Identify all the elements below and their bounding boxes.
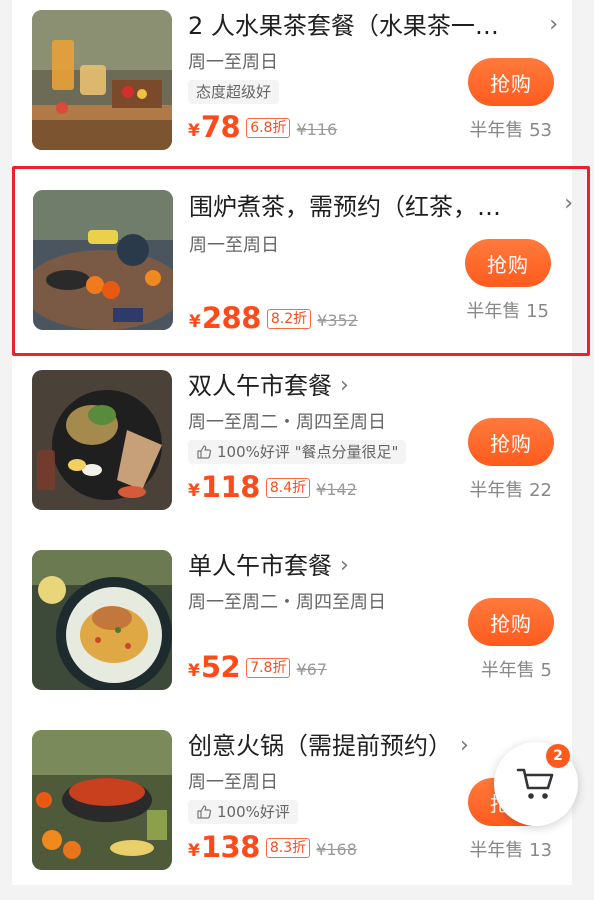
- item-price: 52: [200, 650, 241, 684]
- item-price: 78: [200, 110, 241, 144]
- item-price: 138: [200, 830, 261, 864]
- original-price: ¥168: [316, 840, 357, 859]
- original-price: ¥352: [317, 311, 358, 330]
- discount-badge: 7.8折: [246, 658, 291, 678]
- original-price: ¥116: [296, 120, 338, 139]
- buy-button[interactable]: 抢购: [468, 418, 554, 466]
- buy-button[interactable]: 抢购: [468, 58, 554, 106]
- chevron-right-icon: ›: [340, 373, 349, 398]
- sold-count: 半年售 13: [469, 840, 552, 861]
- price-row: ¥ 138 8.3折 ¥168: [188, 832, 357, 862]
- list-item-selected[interactable]: 围炉煮茶，需预约（红茶，… › 周一至周日 ¥ 288 8.2折 ¥352 抢购…: [12, 166, 590, 356]
- price-row: ¥ 118 8.4折 ¥142: [188, 472, 357, 502]
- item-title: 双人午市套餐: [188, 372, 332, 400]
- item-tag: 态度超级好: [188, 80, 280, 104]
- original-price: ¥67: [296, 660, 328, 679]
- item-image[interactable]: [33, 190, 173, 330]
- discount-badge: 8.2折: [266, 309, 312, 329]
- list-item[interactable]: 创意火锅（需提前预约） › 周一至周日 100%好评 ¥ 138 8.3折 ¥1…: [12, 720, 572, 900]
- item-image[interactable]: [32, 730, 172, 870]
- chevron-right-icon: ›: [564, 191, 573, 216]
- thumbs-up-icon: [197, 445, 212, 459]
- item-title: 创意火锅（需提前预约）: [188, 732, 452, 760]
- item-schedule: 周一至周二・周四至周日: [188, 412, 386, 433]
- currency-symbol: ¥: [188, 121, 200, 141]
- buy-button[interactable]: 抢购: [465, 239, 551, 287]
- sold-count: 半年售 22: [469, 480, 552, 501]
- sold-count: 半年售 5: [480, 660, 552, 681]
- chevron-right-icon: ›: [340, 553, 349, 578]
- price-row: ¥ 52 7.8折 ¥67: [188, 652, 327, 682]
- chevron-right-icon: ›: [549, 12, 558, 37]
- chevron-right-icon: ›: [460, 733, 469, 758]
- discount-badge: 8.4折: [265, 478, 311, 498]
- price-row: ¥ 288 8.2折 ¥352: [189, 303, 358, 333]
- item-image[interactable]: [32, 370, 172, 510]
- list-item[interactable]: 双人午市套餐 › 周一至周二・周四至周日 100%好评 "餐点分量很足" ¥ 1…: [12, 360, 572, 540]
- item-tag-text: 态度超级好: [196, 83, 272, 101]
- item-image[interactable]: [32, 550, 172, 690]
- cart-icon: [516, 768, 554, 799]
- currency-symbol: ¥: [188, 481, 200, 501]
- item-schedule: 周一至周日: [188, 772, 278, 793]
- original-price: ¥142: [316, 480, 357, 499]
- item-schedule: 周一至周日: [188, 52, 278, 73]
- item-tag-text: 100%好评: [217, 803, 290, 821]
- item-image[interactable]: [32, 10, 172, 150]
- item-price: 118: [200, 470, 261, 504]
- list-item[interactable]: 2 人水果茶套餐（水果茶一… › 周一至周日 态度超级好 ¥ 78 6.8折 ¥…: [12, 0, 572, 180]
- item-tag: 100%好评: [188, 800, 298, 824]
- cart-count-badge: 2: [546, 744, 570, 768]
- item-tag: 100%好评 "餐点分量很足": [188, 440, 407, 464]
- price-row: ¥ 78 6.8折 ¥116: [188, 112, 337, 142]
- deal-list: 2 人水果茶套餐（水果茶一… › 周一至周日 态度超级好 ¥ 78 6.8折 ¥…: [12, 0, 590, 885]
- list-item[interactable]: 单人午市套餐 › 周一至周二・周四至周日 ¥ 52 7.8折 ¥67 抢购 半年…: [12, 540, 572, 720]
- sold-count: 半年售 53: [469, 120, 552, 141]
- item-title: 单人午市套餐: [188, 552, 332, 580]
- currency-symbol: ¥: [188, 661, 200, 681]
- item-schedule: 周一至周日: [189, 235, 279, 256]
- currency-symbol: ¥: [188, 841, 200, 861]
- discount-badge: 8.3折: [265, 838, 311, 858]
- buy-button[interactable]: 抢购: [468, 598, 554, 646]
- sold-count: 半年售 15: [466, 301, 549, 322]
- item-price: 288: [201, 301, 262, 335]
- item-tag-text: 100%好评 "餐点分量很足": [217, 443, 399, 461]
- item-title: 2 人水果茶套餐（水果茶一…: [188, 12, 499, 40]
- item-title: 围炉煮茶，需预约（红茶，…: [189, 193, 501, 221]
- currency-symbol: ¥: [189, 312, 201, 332]
- discount-badge: 6.8折: [246, 118, 291, 138]
- item-schedule: 周一至周二・周四至周日: [188, 592, 386, 613]
- thumbs-up-icon: [197, 805, 212, 819]
